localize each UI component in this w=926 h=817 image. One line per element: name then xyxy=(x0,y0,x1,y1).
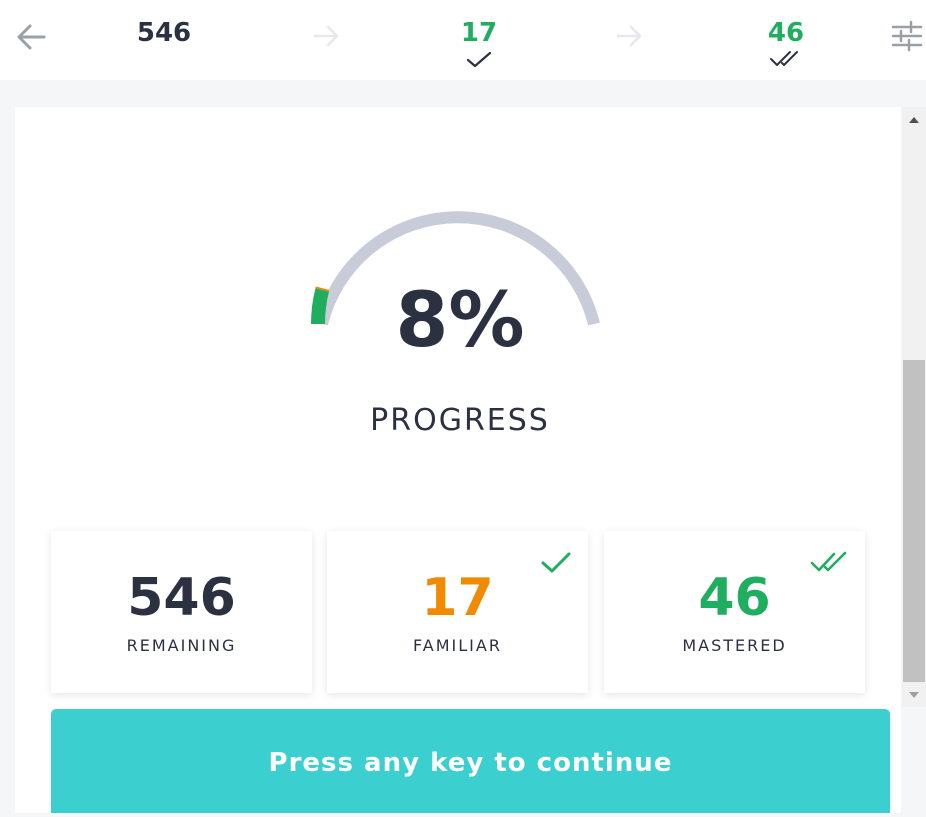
scroll-up-arrow-icon[interactable] xyxy=(903,111,925,129)
header-remaining-count: 546 xyxy=(136,18,192,48)
progress-header: 546 17 46 xyxy=(0,0,926,80)
progress-percent: 8% xyxy=(395,275,525,364)
arrow-right-icon xyxy=(313,25,339,47)
familiar-value: 17 xyxy=(421,568,494,628)
back-button[interactable] xyxy=(14,18,52,56)
double-check-icon xyxy=(770,51,798,66)
remaining-label: REMAINING xyxy=(126,636,237,655)
mastered-label: MASTERED xyxy=(682,636,787,655)
continue-button[interactable]: Press any key to continue xyxy=(51,709,890,813)
progress-label: PROGRESS xyxy=(370,403,550,438)
sliders-icon xyxy=(891,20,923,52)
header-mastered-count: 46 xyxy=(767,18,805,48)
arrow-right-icon xyxy=(616,25,642,47)
gauge-fill xyxy=(311,287,330,325)
scroll-down-arrow-icon[interactable] xyxy=(903,686,925,704)
check-icon xyxy=(466,51,492,68)
header-familiar-count: 17 xyxy=(460,18,498,48)
familiar-card: 17 FAMILIAR xyxy=(327,531,588,693)
remaining-value: 546 xyxy=(127,568,236,628)
double-check-icon xyxy=(810,551,847,572)
check-icon xyxy=(541,552,571,573)
settings-button[interactable] xyxy=(890,20,924,52)
mastered-card: 46 MASTERED xyxy=(604,531,865,693)
mastered-value: 46 xyxy=(698,568,771,628)
arrow-left-icon xyxy=(17,24,46,50)
familiar-label: FAMILIAR xyxy=(413,636,502,655)
scrollbar-thumb[interactable] xyxy=(903,360,925,682)
remaining-card: 546 REMAINING xyxy=(51,531,312,693)
